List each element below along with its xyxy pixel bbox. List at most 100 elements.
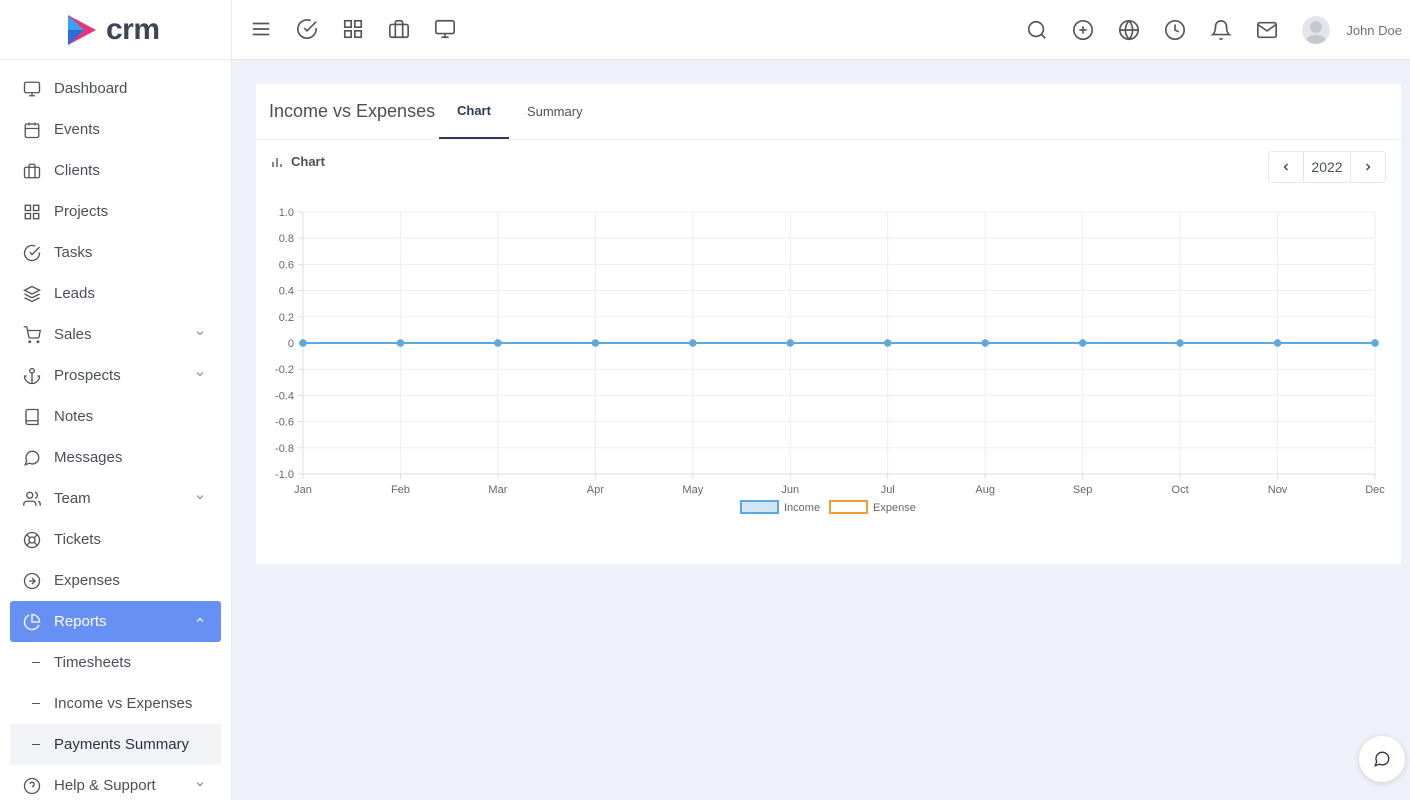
- grid-icon: [22, 202, 42, 222]
- tab-chart[interactable]: Chart: [439, 84, 509, 139]
- sidebar-menu: Dashboard Events Clients Projects Tasks …: [0, 60, 231, 800]
- y-tick-label: 0: [288, 338, 294, 350]
- sidebar-item-label: Help & Support: [54, 777, 156, 794]
- legend-label-expense: Expense: [873, 502, 916, 514]
- data-point-income: [981, 339, 989, 347]
- x-tick-label: Oct: [1172, 484, 1189, 496]
- sidebar-item-label: Sales: [54, 326, 92, 343]
- data-point-income: [494, 339, 502, 347]
- lifebuoy-icon: [22, 530, 42, 550]
- user-avatar-icon: [1305, 21, 1328, 44]
- check-circle-icon: [22, 243, 42, 263]
- sidebar-item-tickets[interactable]: Tickets: [0, 519, 231, 560]
- sidebar-item-label: Prospects: [54, 367, 121, 384]
- data-point-income: [591, 339, 600, 347]
- monitor-icon[interactable]: [434, 18, 456, 40]
- sidebar-item-leads[interactable]: Leads: [0, 273, 231, 314]
- legend-swatch-income: [740, 500, 779, 514]
- topbar-right: John Doe: [1002, 16, 1402, 44]
- search-icon[interactable]: [1026, 19, 1048, 41]
- menu-icon[interactable]: [250, 18, 272, 40]
- brand-name: crm: [106, 12, 160, 46]
- check-circle-icon[interactable]: [296, 18, 318, 40]
- chevron-down-icon: [196, 372, 204, 377]
- chat-button[interactable]: [1359, 736, 1405, 782]
- data-point-income: [884, 339, 892, 347]
- sidebar-item-prospects[interactable]: Prospects: [0, 355, 231, 396]
- users-icon: [22, 489, 42, 509]
- dash-icon: [32, 743, 40, 746]
- monitor-icon: [22, 79, 42, 99]
- brand-logo[interactable]: crm: [0, 0, 231, 60]
- y-tick-label: 0.6: [279, 259, 294, 271]
- page-title: Income vs Expenses: [269, 101, 436, 121]
- sidebar-item-events[interactable]: Events: [0, 109, 231, 150]
- sidebar-subitem-timesheets[interactable]: Timesheets: [0, 642, 231, 683]
- tab-summary[interactable]: Summary: [509, 84, 601, 139]
- year-value: 2022: [1303, 152, 1351, 182]
- data-point-income: [1371, 339, 1379, 347]
- x-tick-label: Jun: [781, 484, 799, 496]
- layers-icon: [22, 284, 42, 304]
- sidebar-item-help-support[interactable]: Help & Support: [0, 765, 231, 800]
- legend-swatch-expense: [829, 500, 868, 514]
- clock-icon[interactable]: [1164, 19, 1186, 41]
- data-point-income: [1273, 339, 1282, 347]
- sidebar-item-label: Tasks: [54, 244, 93, 261]
- data-point-income: [786, 339, 794, 347]
- plus-circle-icon[interactable]: [1072, 19, 1094, 41]
- grid-icon[interactable]: [342, 18, 364, 40]
- report-card: Income vs Expenses Chart Summary Chart 2…: [256, 84, 1401, 564]
- topbar-left: [250, 18, 480, 40]
- dash-icon: [32, 661, 40, 664]
- sidebar-item-reports[interactable]: Reports: [10, 601, 221, 642]
- user-name[interactable]: John Doe: [1346, 23, 1402, 38]
- x-tick-label: Mar: [488, 484, 507, 496]
- card-header: Income vs Expenses Chart Summary: [256, 84, 1401, 140]
- sidebar-subitem-label: Income vs Expenses: [54, 695, 193, 712]
- help-circle-icon: [22, 776, 42, 796]
- data-point-income: [396, 339, 405, 347]
- avatar[interactable]: [1302, 16, 1331, 44]
- prev-year-button[interactable]: [1269, 152, 1303, 182]
- chevron-down-icon: [196, 782, 204, 787]
- legend-label-income: Income: [784, 502, 820, 514]
- calendar-icon: [22, 120, 42, 140]
- sidebar-item-label: Expenses: [54, 572, 120, 589]
- y-tick-label: -0.6: [275, 417, 294, 429]
- next-year-button[interactable]: [1351, 152, 1385, 182]
- topbar: John Doe: [232, 0, 1410, 60]
- sidebar-item-label: Dashboard: [54, 80, 128, 97]
- sidebar-item-expenses[interactable]: Expenses: [0, 560, 231, 601]
- briefcase-icon[interactable]: [388, 18, 410, 40]
- sidebar-item-sales[interactable]: Sales: [0, 314, 231, 355]
- cart-icon: [22, 325, 42, 345]
- sidebar-subitem-payments-summary[interactable]: Payments Summary: [10, 724, 221, 765]
- data-point-income: [1176, 339, 1184, 347]
- globe-icon[interactable]: [1118, 19, 1140, 41]
- data-point-income: [1078, 339, 1087, 347]
- mail-icon[interactable]: [1256, 19, 1278, 41]
- anchor-icon: [22, 366, 42, 386]
- sidebar-subitem-income-vs-expenses[interactable]: Income vs Expenses: [0, 683, 231, 724]
- message-icon: [22, 448, 42, 468]
- dash-icon: [32, 702, 40, 705]
- sidebar-item-tasks[interactable]: Tasks: [0, 232, 231, 273]
- sidebar-item-team[interactable]: Team: [0, 478, 231, 519]
- sidebar-item-projects[interactable]: Projects: [0, 191, 231, 232]
- sidebar-item-label: Events: [54, 121, 100, 138]
- arrow-circle-icon: [22, 571, 42, 591]
- y-tick-label: -0.4: [275, 390, 294, 402]
- briefcase-icon: [22, 161, 42, 181]
- pie-chart-icon: [22, 612, 42, 632]
- sidebar-item-messages[interactable]: Messages: [0, 437, 231, 478]
- sidebar-item-notes[interactable]: Notes: [0, 396, 231, 437]
- chevron-down-icon: [196, 495, 204, 500]
- x-tick-label: May: [682, 484, 703, 496]
- chevron-up-icon: [196, 617, 204, 622]
- sidebar-item-label: Tickets: [54, 531, 101, 548]
- bell-icon[interactable]: [1210, 19, 1233, 41]
- bar-chart-icon: [272, 157, 282, 167]
- sidebar-item-clients[interactable]: Clients: [0, 150, 231, 191]
- sidebar-item-dashboard[interactable]: Dashboard: [0, 68, 231, 109]
